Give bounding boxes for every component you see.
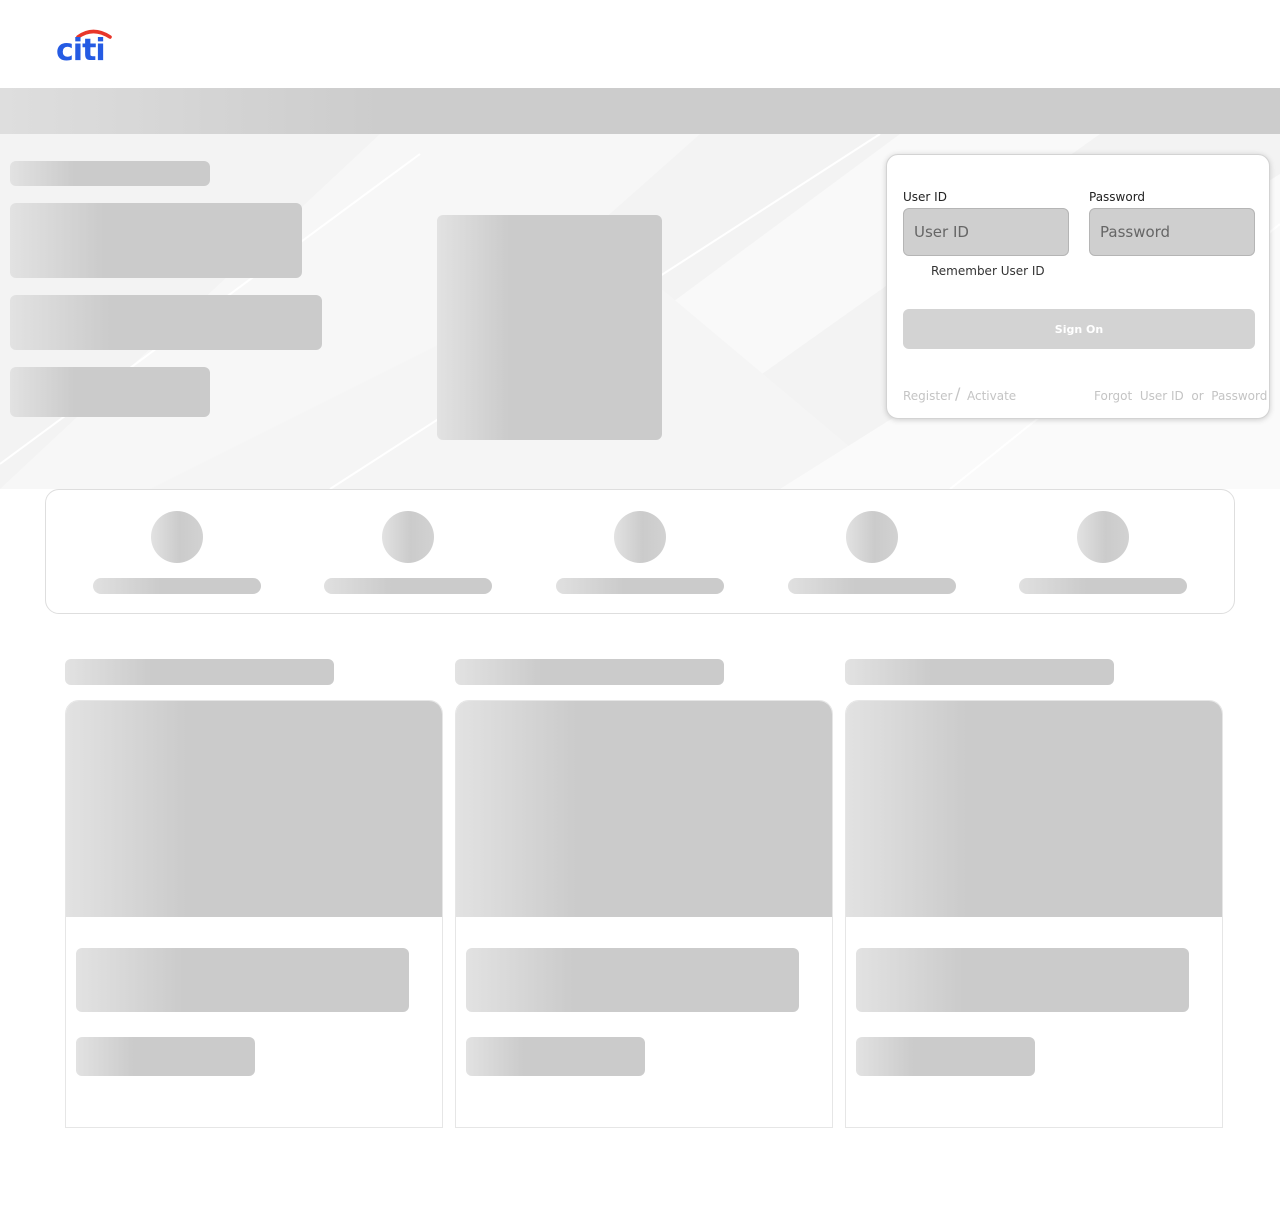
register-link[interactable]: Register [903, 389, 952, 403]
quick-link-icon-placeholder[interactable] [151, 511, 203, 563]
password-label: Password [1089, 190, 1146, 204]
offer-title-placeholder [455, 659, 724, 685]
hero-subheading-placeholder [10, 295, 322, 350]
offer-text-placeholder [856, 948, 1189, 1012]
sign-on-button[interactable]: Sign On [903, 309, 1255, 349]
quick-link-icon-placeholder[interactable] [846, 511, 898, 563]
activate-link[interactable]: Activate [967, 389, 1016, 403]
offer-button-placeholder[interactable] [466, 1037, 645, 1076]
user-id-input[interactable] [903, 208, 1069, 256]
hero-image-placeholder [437, 215, 662, 440]
offer-button-placeholder[interactable] [76, 1037, 255, 1076]
quick-link-icon-placeholder[interactable] [1077, 511, 1129, 563]
link-separator: / [955, 384, 961, 403]
offer-card[interactable] [455, 700, 833, 1128]
quick-link-label-placeholder[interactable] [1019, 578, 1187, 594]
user-id-label: User ID [903, 190, 947, 204]
offer-title-placeholder [65, 659, 334, 685]
site-header: citi [0, 0, 1280, 88]
quick-link-label-placeholder[interactable] [556, 578, 724, 594]
hero-heading-placeholder [10, 203, 302, 278]
quick-link-icon-placeholder[interactable] [382, 511, 434, 563]
sign-on-card: User ID Password Remember User ID Sign O… [886, 154, 1270, 419]
remember-user-id[interactable]: Remember User ID [931, 264, 1045, 278]
quick-links-panel [45, 489, 1235, 614]
offer-card[interactable] [845, 700, 1223, 1128]
quick-link-label-placeholder[interactable] [324, 578, 492, 594]
offer-title-placeholder [845, 659, 1114, 685]
offer-image-placeholder [846, 701, 1222, 917]
offer-button-placeholder[interactable] [856, 1037, 1035, 1076]
password-input[interactable] [1089, 208, 1255, 256]
quick-link-label-placeholder[interactable] [93, 578, 261, 594]
forgot-credentials-link[interactable]: Forgot User ID or Password [1094, 389, 1267, 403]
quick-link-label-placeholder[interactable] [788, 578, 956, 594]
citi-logo[interactable]: citi [55, 27, 115, 65]
offer-image-placeholder [66, 701, 442, 917]
hero-eyebrow-placeholder [10, 161, 210, 186]
quick-link-icon-placeholder[interactable] [614, 511, 666, 563]
logo-wordmark: citi [56, 33, 105, 65]
offer-text-placeholder [466, 948, 799, 1012]
remember-user-id-label: Remember User ID [931, 264, 1045, 278]
hero-cta-placeholder[interactable] [10, 367, 210, 417]
nav-bar-placeholder [0, 88, 1280, 134]
offer-image-placeholder [456, 701, 832, 917]
offer-text-placeholder [76, 948, 409, 1012]
offer-card[interactable] [65, 700, 443, 1128]
